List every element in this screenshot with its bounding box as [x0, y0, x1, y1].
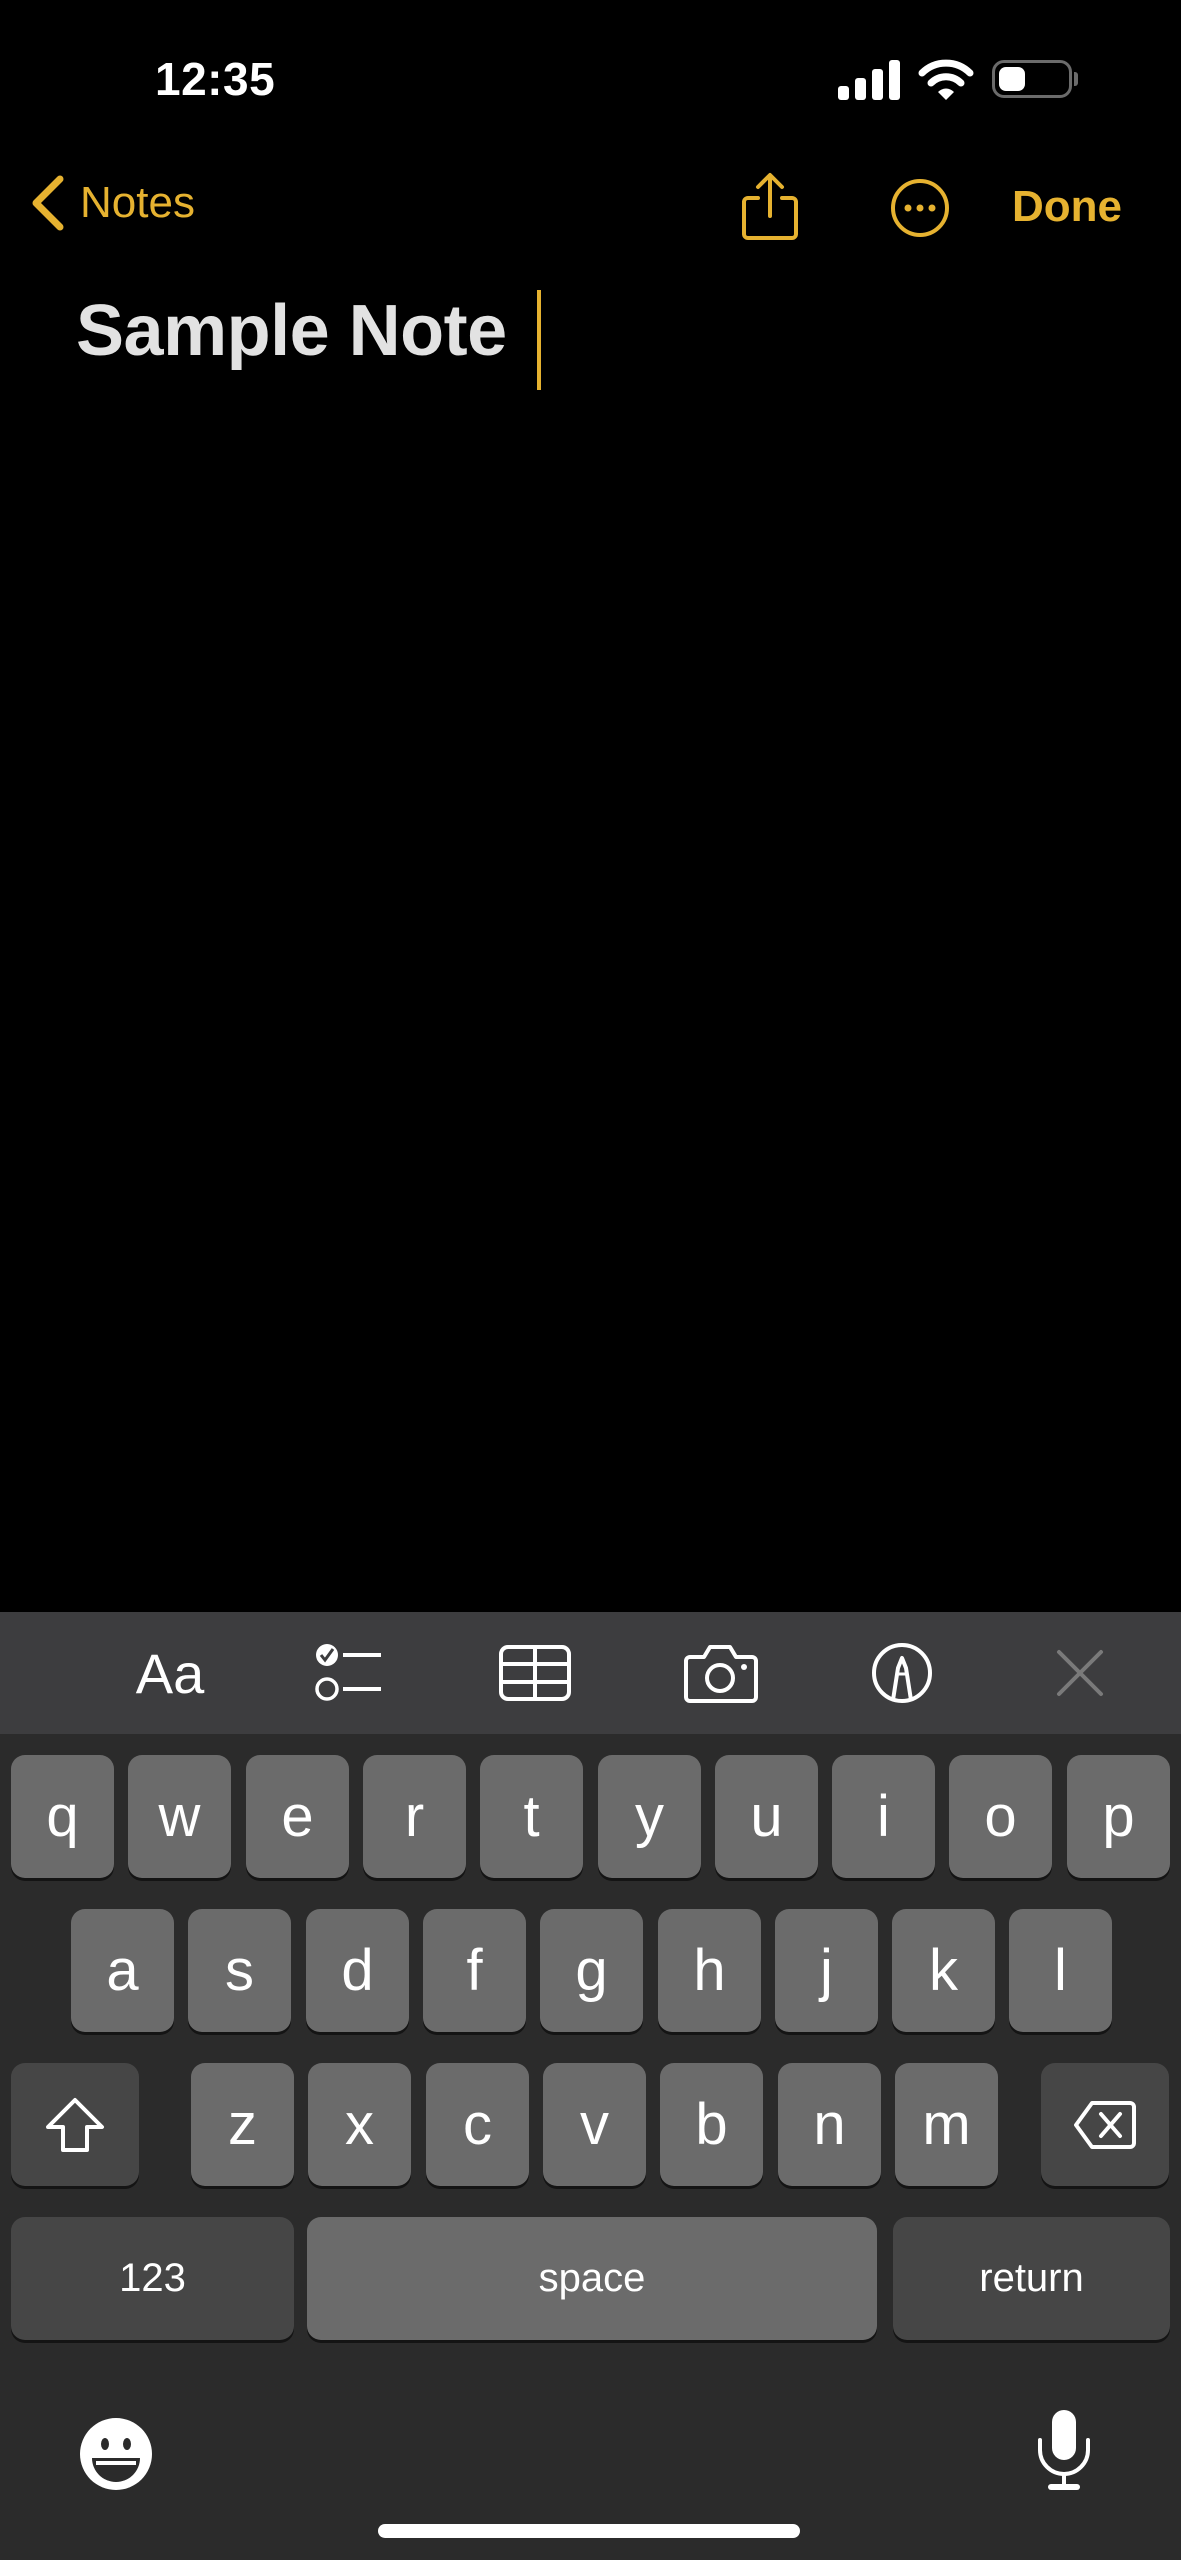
delete-backward-icon: [1074, 2100, 1136, 2149]
shift-key[interactable]: [11, 2063, 139, 2186]
markup-icon: [872, 1643, 932, 1703]
formatting-toolbar: Aa: [0, 1612, 1181, 1734]
table-button[interactable]: [490, 1612, 580, 1734]
emoji-button[interactable]: [78, 2416, 154, 2497]
key-u[interactable]: u: [715, 1755, 818, 1878]
close-toolbar-button[interactable]: [1040, 1612, 1120, 1734]
wifi-icon: [918, 59, 974, 100]
note-title[interactable]: Sample Note: [76, 290, 507, 372]
key-w[interactable]: w: [128, 1755, 231, 1878]
key-q[interactable]: q: [11, 1755, 114, 1878]
key-a[interactable]: a: [71, 1909, 174, 2032]
done-button[interactable]: Done: [1012, 182, 1122, 232]
dictation-button[interactable]: [1036, 2408, 1092, 2497]
camera-icon: [684, 1645, 758, 1703]
checklist-button[interactable]: [310, 1612, 390, 1734]
key-d[interactable]: d: [306, 1909, 409, 2032]
home-indicator[interactable]: [378, 2524, 800, 2538]
key-n[interactable]: n: [778, 2063, 881, 2186]
key-v[interactable]: v: [543, 2063, 646, 2186]
back-label: Notes: [80, 178, 195, 227]
key-x[interactable]: x: [308, 2063, 411, 2186]
space-key[interactable]: space: [307, 2217, 877, 2340]
emoji-icon: [80, 2418, 152, 2490]
key-b[interactable]: b: [660, 2063, 763, 2186]
shift-icon: [46, 2097, 104, 2152]
key-y[interactable]: y: [598, 1755, 701, 1878]
checklist-icon: [315, 1644, 381, 1701]
key-g[interactable]: g: [540, 1909, 643, 2032]
cellular-signal-icon: [838, 60, 900, 100]
key-o[interactable]: o: [949, 1755, 1052, 1878]
key-t[interactable]: t: [480, 1755, 583, 1878]
key-s[interactable]: s: [188, 1909, 291, 2032]
close-icon: [1057, 1650, 1103, 1696]
text-cursor: [537, 290, 541, 390]
format-button[interactable]: Aa: [120, 1612, 220, 1734]
share-icon[interactable]: [740, 172, 800, 242]
chevron-left-icon: [32, 175, 64, 231]
key-i[interactable]: i: [832, 1755, 935, 1878]
key-j[interactable]: j: [775, 1909, 878, 2032]
key-c[interactable]: c: [426, 2063, 529, 2186]
camera-button[interactable]: [676, 1612, 766, 1734]
key-l[interactable]: l: [1009, 1909, 1112, 2032]
battery-icon: [992, 60, 1072, 98]
microphone-icon: [1038, 2410, 1090, 2490]
battery-cap: [1074, 72, 1078, 86]
numbers-key[interactable]: 123: [11, 2217, 294, 2340]
battery-level: [999, 67, 1025, 91]
key-k[interactable]: k: [892, 1909, 995, 2032]
format-icon: Aa: [135, 1641, 205, 1705]
delete-key[interactable]: [1041, 2063, 1169, 2186]
key-m[interactable]: m: [895, 2063, 998, 2186]
key-h[interactable]: h: [658, 1909, 761, 2032]
return-key[interactable]: return: [893, 2217, 1170, 2340]
key-z[interactable]: z: [191, 2063, 294, 2186]
keyboard: qwertyuiop asdfghjkl zxcvbnm 123 space r…: [0, 1734, 1181, 2560]
key-r[interactable]: r: [363, 1755, 466, 1878]
markup-button[interactable]: [862, 1612, 942, 1734]
key-e[interactable]: e: [246, 1755, 349, 1878]
ellipsis-circle-icon[interactable]: [890, 178, 950, 238]
status-time: 12:35: [155, 53, 276, 105]
key-f[interactable]: f: [423, 1909, 526, 2032]
key-p[interactable]: p: [1067, 1755, 1170, 1878]
back-button[interactable]: Notes: [30, 175, 195, 231]
table-icon: [499, 1645, 571, 1701]
